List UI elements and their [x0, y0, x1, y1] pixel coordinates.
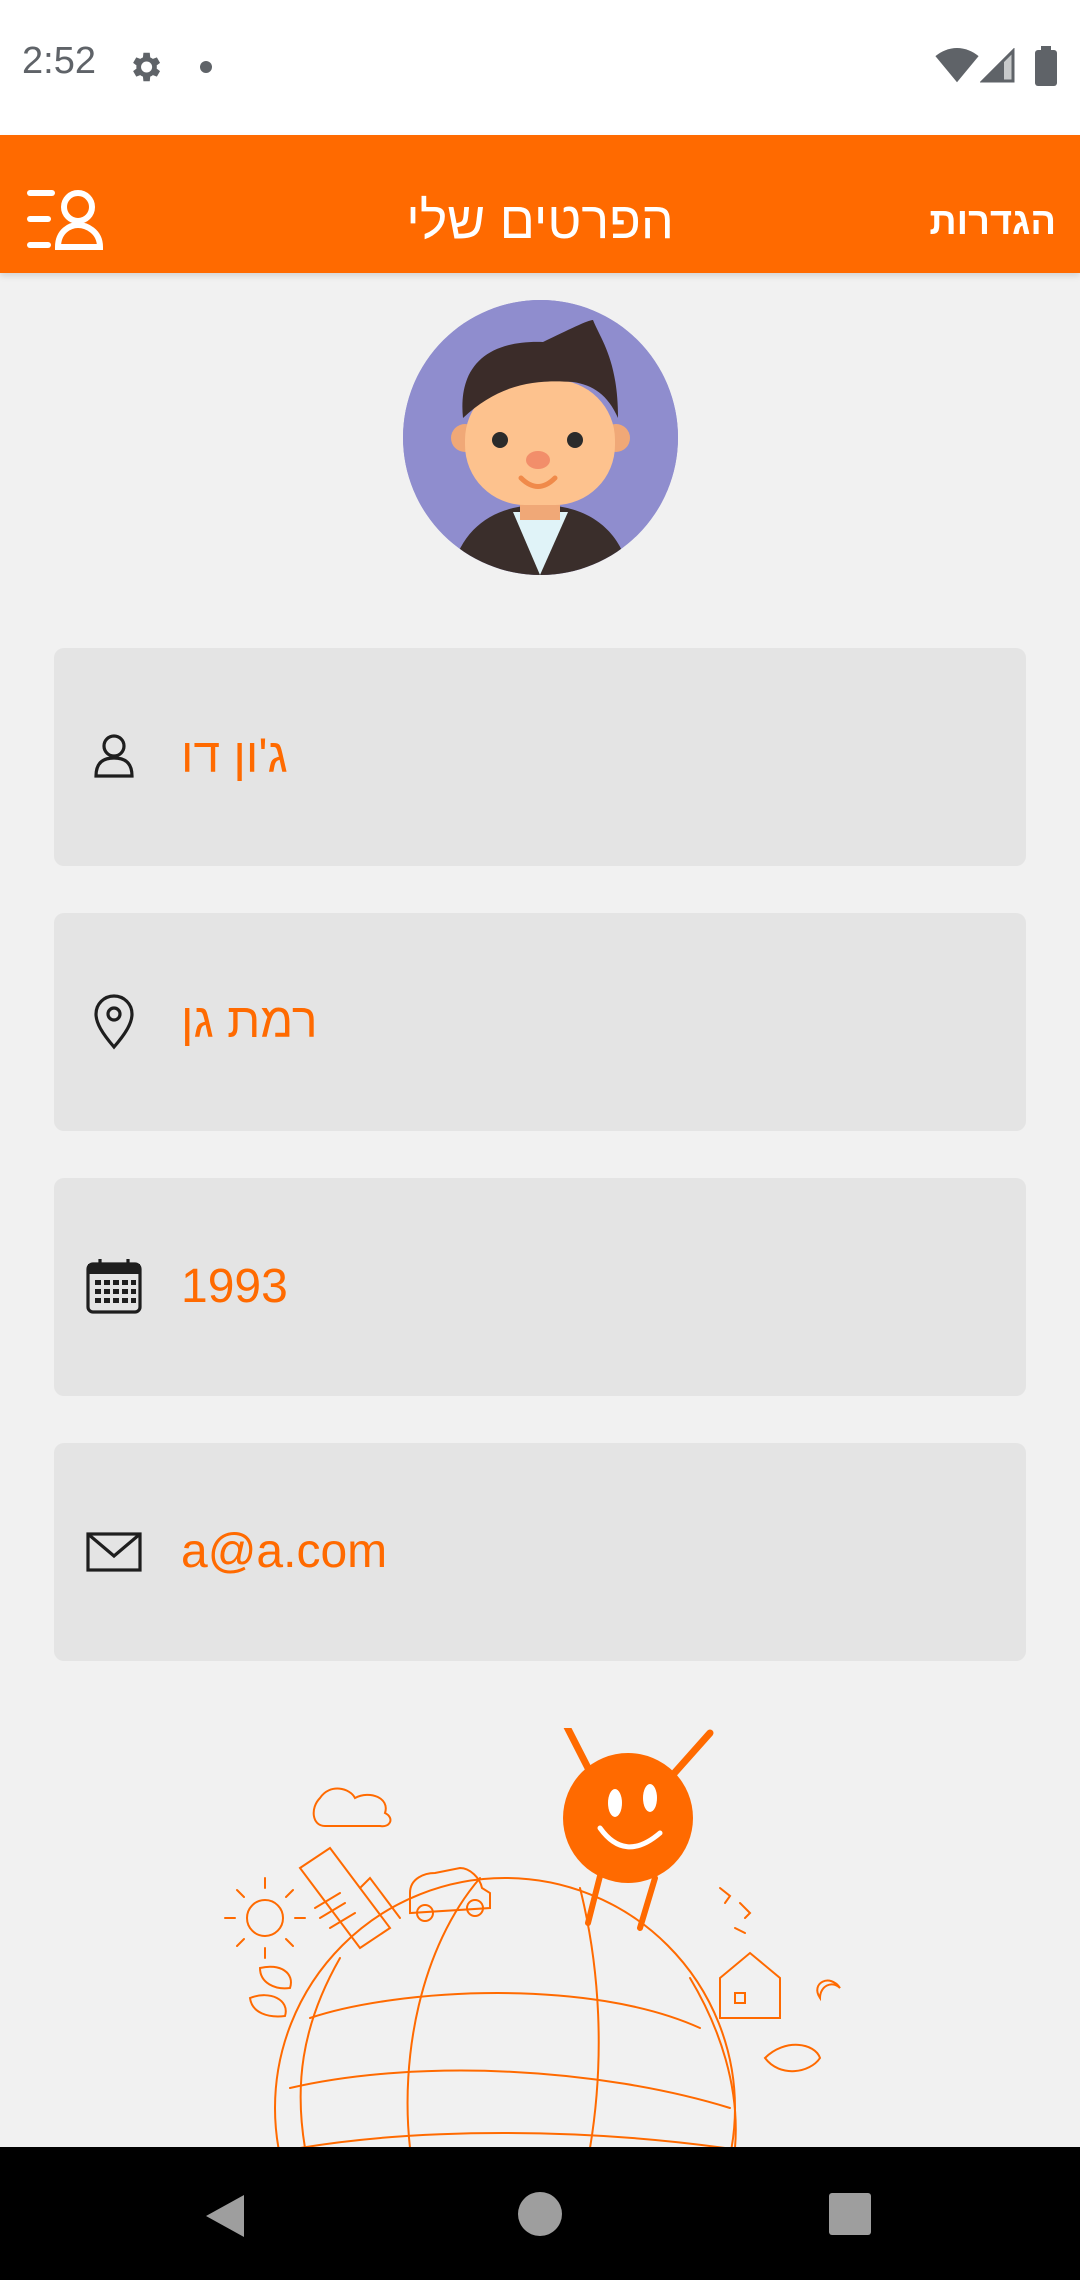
city-value: רמת גן [181, 995, 318, 1048]
user-avatar-cartoon-icon [403, 300, 678, 575]
notification-dot [200, 61, 212, 73]
email-field[interactable]: a@a.com [54, 1443, 1026, 1661]
app-bar: הפרטים שלי הגדרות [0, 135, 1080, 273]
signal-icon [980, 48, 1015, 83]
home-icon[interactable] [518, 2192, 562, 2236]
recents-icon[interactable] [829, 2193, 871, 2235]
location-pin-icon [94, 994, 134, 1050]
mail-icon [86, 1532, 142, 1572]
person-icon [94, 734, 134, 778]
battery-icon [1035, 46, 1057, 86]
settings-button[interactable]: הגדרות [929, 201, 1056, 244]
avatar[interactable] [403, 300, 678, 575]
wifi-icon [935, 48, 979, 83]
birth-year-value: 1993 [181, 1260, 288, 1313]
status-bar: 2:52 [0, 0, 1080, 135]
globe-mascot-illustration [224, 1728, 841, 2148]
name-value: ג'ון דו [181, 730, 288, 783]
back-icon[interactable] [200, 2191, 250, 2241]
settings-icon [133, 52, 161, 82]
system-nav-bar [0, 2147, 1080, 2280]
email-value: a@a.com [181, 1525, 388, 1578]
calendar-icon [86, 1259, 142, 1314]
status-time: 2:52 [22, 40, 96, 82]
city-field[interactable]: רמת גן [54, 913, 1026, 1131]
name-field[interactable]: ג'ון דו [54, 648, 1026, 866]
birth-year-field[interactable]: 1993 [54, 1178, 1026, 1396]
page-title: הפרטים שלי [406, 192, 674, 250]
